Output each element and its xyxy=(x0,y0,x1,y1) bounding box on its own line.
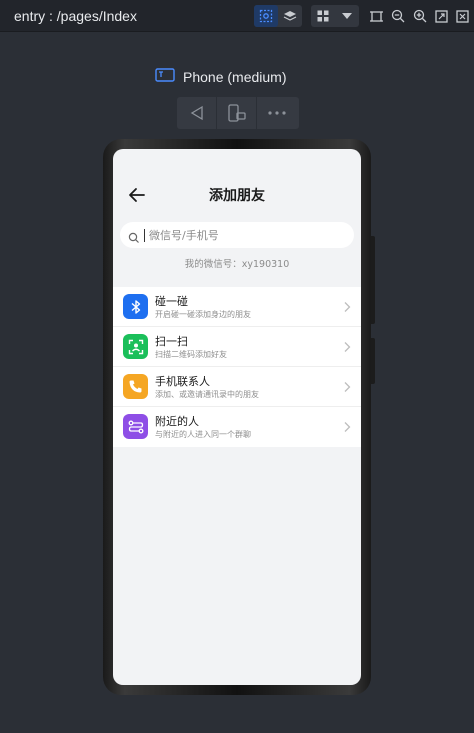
item-title: 扫一扫 xyxy=(155,335,188,348)
search-icon xyxy=(128,229,140,243)
grid-icon[interactable] xyxy=(311,5,335,27)
view-toggle-group xyxy=(254,5,302,27)
inspect-icon[interactable] xyxy=(254,5,278,27)
list-item-contacts[interactable]: 手机联系人 添加、或邀请通讯录中的朋友 xyxy=(113,367,361,407)
search-bar[interactable] xyxy=(120,222,354,248)
my-wechat-id: 我的微信号：xy190310 xyxy=(184,259,290,270)
close-icon[interactable] xyxy=(452,6,472,26)
chevron-right-icon xyxy=(344,382,351,392)
chevron-right-icon xyxy=(344,302,351,312)
item-title: 手机联系人 xyxy=(155,375,210,388)
rotate-device-icon[interactable] xyxy=(217,97,257,129)
fit-icon[interactable] xyxy=(431,6,451,26)
item-title: 碰一碰 xyxy=(155,295,188,308)
text-caret xyxy=(144,228,145,242)
item-title: 附近的人 xyxy=(155,415,199,428)
device-controls xyxy=(177,97,299,129)
add-friend-options: 碰一碰 开启碰一碰添加身边的朋友 扫一扫 扫描二维码添加好友 手机联系人 添加、… xyxy=(113,287,361,447)
top-toolbar: entry : /pages/Index xyxy=(0,0,474,32)
nearby-icon xyxy=(123,414,148,439)
layers-icon[interactable] xyxy=(278,5,302,27)
device-label[interactable]: Phone (medium) xyxy=(155,67,287,86)
zoom-out-icon[interactable] xyxy=(388,6,408,26)
list-item-bump[interactable]: 碰一碰 开启碰一碰添加身边的朋友 xyxy=(113,287,361,327)
back-triangle-icon[interactable] xyxy=(177,97,217,129)
search-input[interactable] xyxy=(149,228,349,242)
dropdown-icon[interactable] xyxy=(335,5,359,27)
item-subtitle: 与附近的人进入同一个群聊 xyxy=(155,430,251,439)
nav-bar: 添加朋友 xyxy=(113,177,361,213)
phone-icon xyxy=(123,374,148,399)
device-icon xyxy=(155,67,175,86)
route-label: entry : /pages/Index xyxy=(14,8,137,24)
item-subtitle: 扫描二维码添加好友 xyxy=(155,350,227,359)
scan-icon xyxy=(123,334,148,359)
phone-frame: 添加朋友 我的微信号：xy190310 碰一碰 开启碰一碰添加身边的朋友 xyxy=(103,139,371,695)
list-item-scan[interactable]: 扫一扫 扫描二维码添加好友 xyxy=(113,327,361,367)
layout-group xyxy=(311,5,359,27)
bluetooth-icon xyxy=(123,294,148,319)
device-name: Phone (medium) xyxy=(183,68,287,85)
chevron-right-icon xyxy=(344,422,351,432)
item-subtitle: 添加、或邀请通讯录中的朋友 xyxy=(155,390,259,399)
phone-screen: 添加朋友 我的微信号：xy190310 碰一碰 开启碰一碰添加身边的朋友 xyxy=(113,149,361,685)
more-icon[interactable] xyxy=(257,97,297,129)
chevron-right-icon xyxy=(344,342,351,352)
crop-icon[interactable] xyxy=(366,6,386,26)
list-item-nearby[interactable]: 附近的人 与附近的人进入同一个群聊 xyxy=(113,407,361,447)
page-title: 添加朋友 xyxy=(209,188,265,204)
item-subtitle: 开启碰一碰添加身边的朋友 xyxy=(155,310,251,319)
zoom-in-icon[interactable] xyxy=(410,6,430,26)
